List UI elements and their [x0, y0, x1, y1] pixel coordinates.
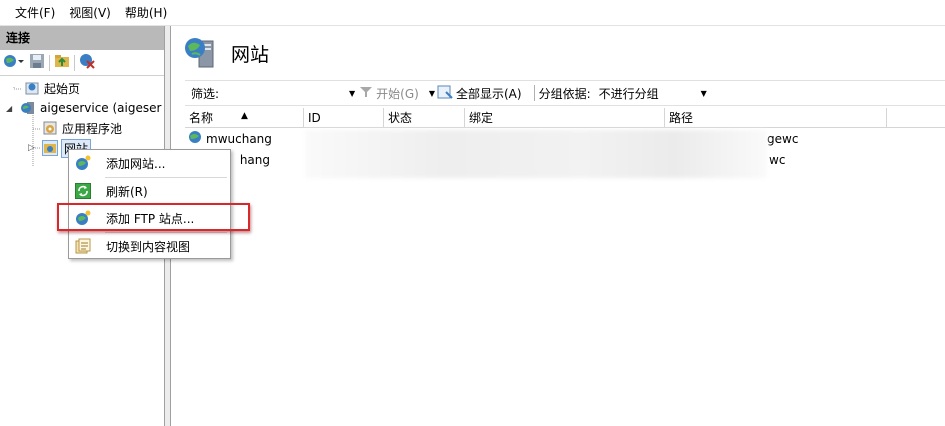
- column-header-filler: [887, 108, 945, 127]
- refresh-icon: [75, 183, 91, 199]
- app-pools-icon: [42, 120, 58, 136]
- filter-label: 筛选:: [191, 86, 220, 101]
- filter-bar: 筛选: ▼ 开始(G) ▼ 全部显示(A) 分组依据: 不进行分组 ▼: [185, 80, 945, 106]
- grid-header: 名称 ▲ ID 状态 绑定 路径: [185, 108, 945, 128]
- sites-folder-icon: [42, 140, 58, 156]
- column-header-binding[interactable]: 绑定: [465, 108, 665, 127]
- menu-file[interactable]: 文件(F): [8, 2, 62, 24]
- menu-view[interactable]: 视图(V): [62, 2, 118, 24]
- tree-item-server[interactable]: ◢ aigeservice (aigeser: [6, 98, 161, 118]
- show-all-button[interactable]: 全部显示(A): [437, 85, 522, 102]
- filter-dropdown-icon[interactable]: ▼: [349, 89, 355, 98]
- site-path: wc: [769, 152, 786, 167]
- start-button[interactable]: 开始(G): [359, 85, 419, 102]
- show-all-icon: [437, 85, 453, 102]
- redacted-area: [305, 130, 767, 178]
- toolbar-separator: [49, 54, 50, 71]
- save-icon[interactable]: [29, 53, 45, 72]
- highlight-box: [57, 203, 250, 231]
- add-website-icon: [75, 155, 91, 171]
- connections-toolbar: [0, 50, 164, 76]
- server-icon: [20, 100, 36, 116]
- content-view-icon: [75, 238, 91, 254]
- connections-title: 连接: [0, 26, 164, 50]
- filter-input[interactable]: [225, 84, 345, 102]
- column-header-path[interactable]: 路径: [665, 108, 887, 127]
- tree-label-server: aigeservice (aigeser: [40, 101, 162, 115]
- menu-item-add-website[interactable]: 添加网站...: [69, 150, 230, 176]
- group-by-label: 分组依据:: [538, 86, 591, 101]
- group-by-select[interactable]: 不进行分组: [599, 85, 697, 102]
- connect-globe-icon[interactable]: [3, 53, 25, 72]
- expand-arrow-icon[interactable]: ▷: [28, 143, 42, 153]
- tree-item-start-page[interactable]: 起始页: [24, 78, 80, 98]
- page-title: 网站: [231, 43, 270, 66]
- sites-header-icon: [183, 35, 219, 72]
- group-by-dropdown-icon[interactable]: ▼: [701, 89, 707, 98]
- switch-content-label: 切换到内容视图: [106, 239, 191, 254]
- funnel-icon: [359, 86, 373, 101]
- up-folder-icon[interactable]: [54, 53, 70, 72]
- column-header-name[interactable]: 名称 ▲: [185, 108, 304, 127]
- menu-item-switch-content-view[interactable]: 切换到内容视图: [69, 233, 230, 259]
- filterbar-separator: [533, 85, 535, 101]
- add-website-label: 添加网站...: [106, 156, 166, 171]
- content-pane: 网站 筛选: ▼ 开始(G) ▼ 全部显示(A) 分组依据: 不进行分组 ▼ 名…: [171, 26, 945, 426]
- start-dropdown-icon[interactable]: ▼: [429, 89, 435, 98]
- menu-help[interactable]: 帮助(H): [118, 2, 174, 24]
- page-header: 网站: [171, 26, 945, 80]
- start-label: 开始(G): [376, 86, 419, 101]
- tree-item-app-pools[interactable]: 应用程序池: [42, 118, 122, 138]
- tree-label-start-page: 起始页: [44, 81, 81, 96]
- start-page-icon: [24, 80, 40, 96]
- menu-item-refresh[interactable]: 刷新(R): [69, 178, 230, 204]
- toolbar-separator: [74, 54, 75, 71]
- sites-grid: 名称 ▲ ID 状态 绑定 路径 mwuchang gewc hang wc: [185, 108, 945, 178]
- show-all-label: 全部显示(A): [455, 86, 522, 101]
- tree-label-app-pools: 应用程序池: [62, 121, 123, 136]
- menu-bar: 文件(F) 视图(V) 帮助(H): [0, 0, 945, 26]
- column-header-status[interactable]: 状态: [384, 108, 465, 127]
- site-path: gewc: [767, 131, 799, 146]
- sort-ascending-icon: ▲: [241, 111, 248, 121]
- disconnect-icon[interactable]: [79, 53, 95, 72]
- refresh-label: 刷新(R): [106, 184, 148, 199]
- column-header-id[interactable]: ID: [304, 108, 384, 127]
- website-globe-icon: [188, 130, 206, 147]
